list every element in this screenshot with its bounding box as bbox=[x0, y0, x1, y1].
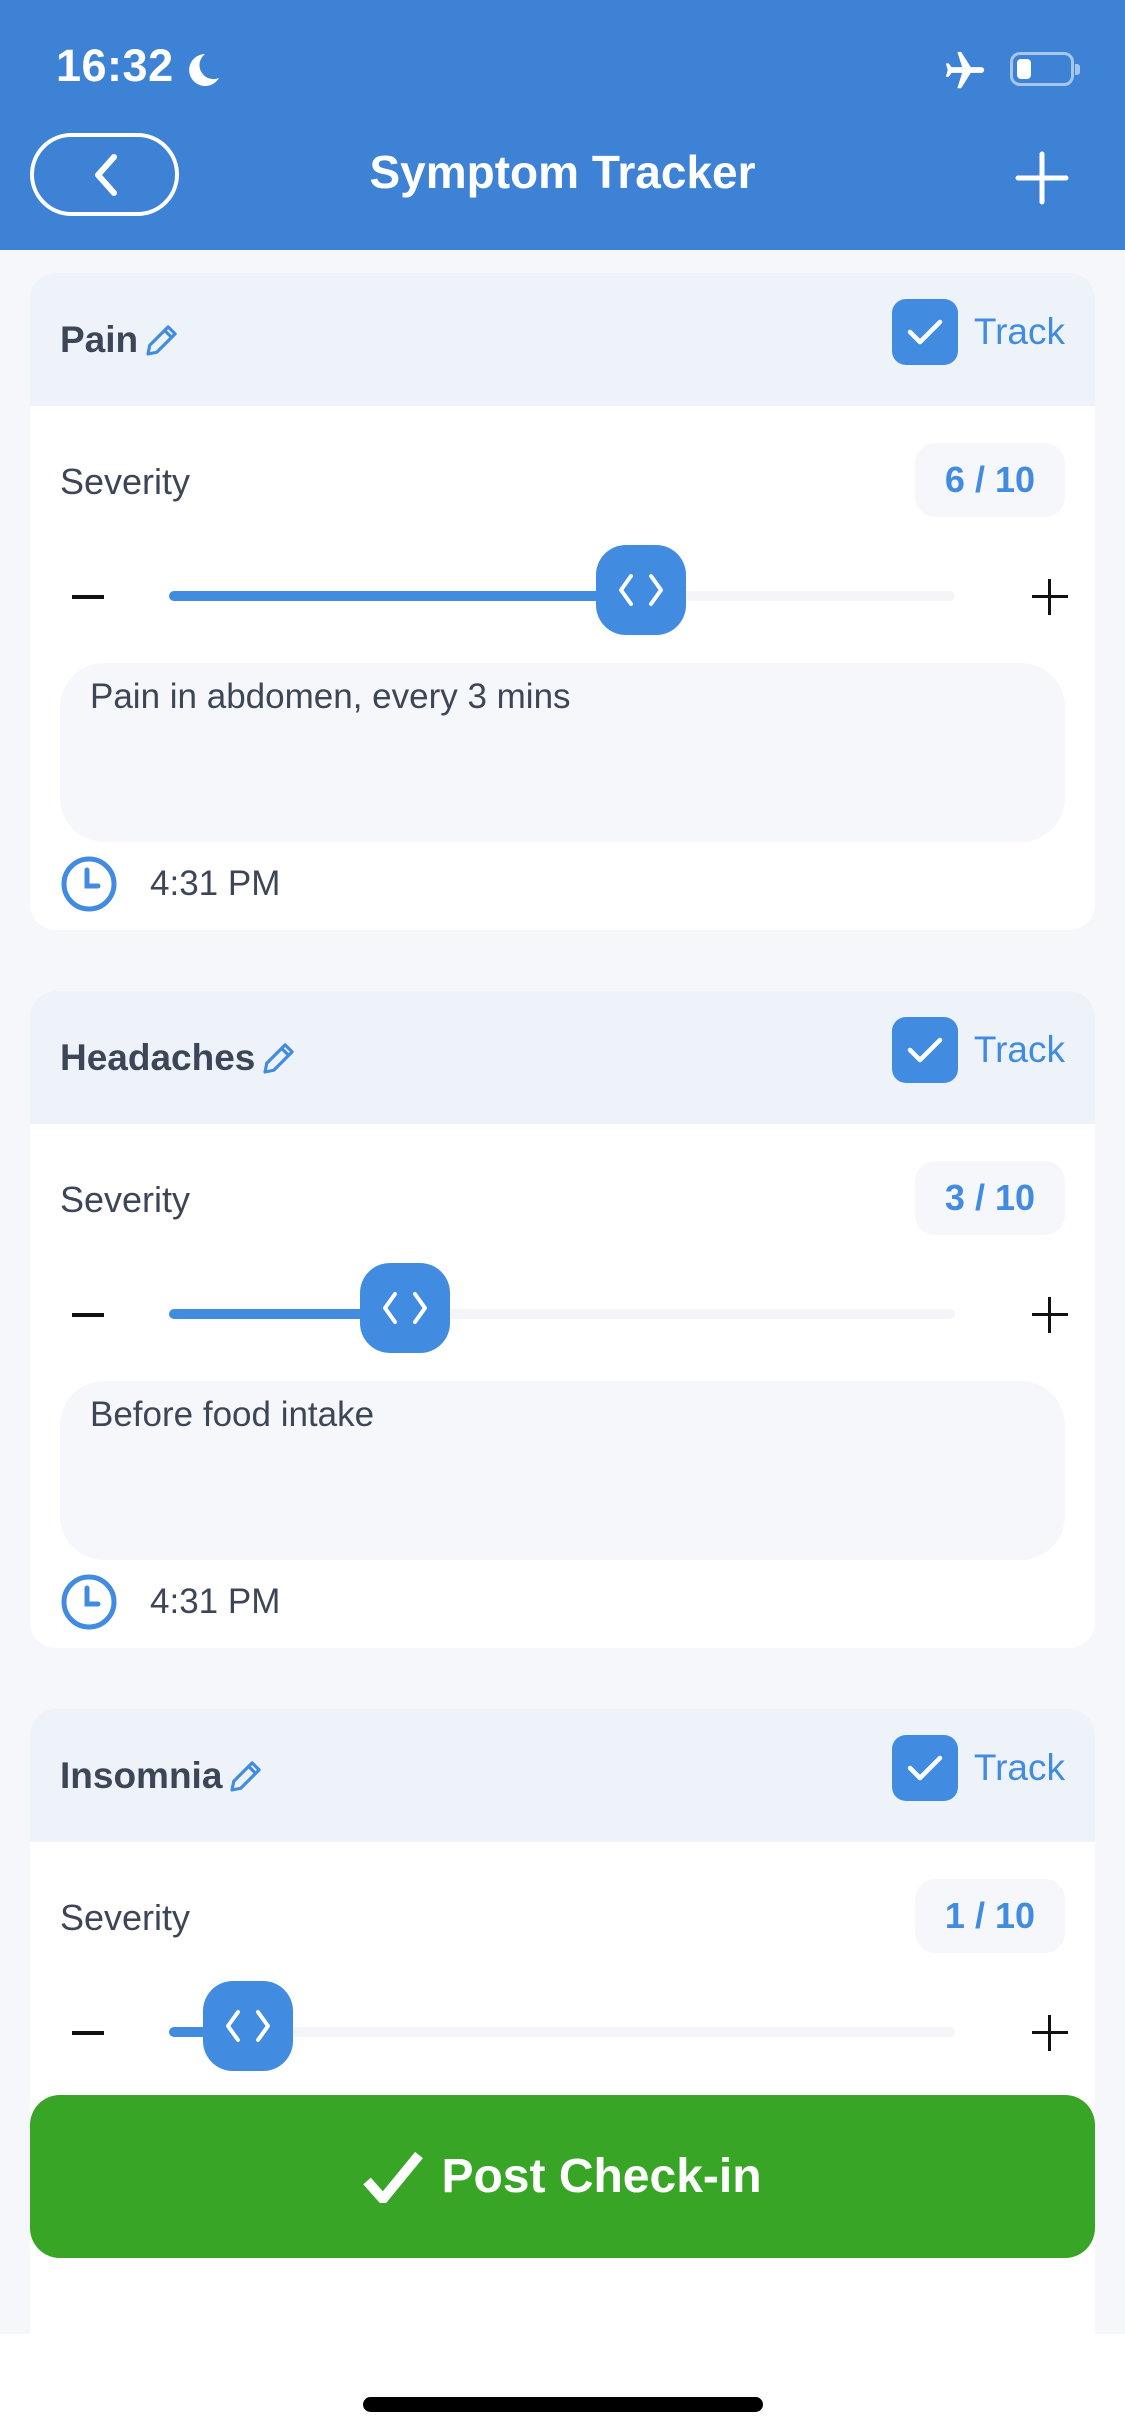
increase-severity-button[interactable] bbox=[1032, 579, 1068, 615]
symptom-time-row[interactable]: 4:31 PM bbox=[60, 855, 280, 913]
severity-value-badge: 3 / 10 bbox=[914, 1161, 1065, 1235]
severity-slider[interactable] bbox=[169, 1263, 955, 1353]
edit-pencil-icon[interactable] bbox=[258, 1037, 300, 1079]
battery-icon bbox=[1010, 52, 1080, 86]
chevron-left-right-icon bbox=[618, 574, 663, 606]
symptom-name-row: Insomnia bbox=[60, 1755, 267, 1797]
track-toggle[interactable]: Track bbox=[891, 299, 1065, 365]
decrease-severity-button[interactable] bbox=[72, 595, 104, 599]
severity-slider-row bbox=[30, 545, 1095, 643]
add-symptom-button[interactable] bbox=[1012, 148, 1072, 208]
track-label: Track bbox=[973, 1747, 1065, 1788]
track-checkbox[interactable] bbox=[891, 1735, 958, 1801]
symptom-time-row[interactable]: 4:31 PM bbox=[60, 1573, 280, 1631]
decrease-severity-button[interactable] bbox=[72, 2031, 104, 2035]
edit-pencil-icon[interactable] bbox=[225, 1755, 267, 1797]
severity-slider-thumb[interactable] bbox=[202, 1981, 293, 2071]
chevron-left-right-icon bbox=[382, 1292, 427, 1324]
severity-value-badge: 1 / 10 bbox=[914, 1879, 1065, 1953]
symptom-name-row: Headaches bbox=[60, 1037, 300, 1079]
symptom-card: Insomnia Track Severity 1 / 10 bbox=[30, 1709, 1095, 2409]
severity-slider-thumb[interactable] bbox=[359, 1263, 450, 1353]
symptom-card: Pain Track Severity 6 / 10 Pain in abdom… bbox=[30, 273, 1095, 930]
symptom-time: 4:31 PM bbox=[150, 1582, 281, 1621]
severity-label: Severity bbox=[60, 1179, 191, 1220]
severity-slider-row bbox=[30, 1981, 1095, 2079]
post-check-in-label: Post Check-in bbox=[441, 2150, 762, 2203]
clock-icon bbox=[61, 1574, 117, 1630]
symptom-time: 4:31 PM bbox=[150, 864, 281, 903]
severity-slider[interactable] bbox=[169, 545, 955, 635]
symptom-name: Insomnia bbox=[60, 1755, 223, 1796]
symptom-notes-field[interactable]: Pain in abdomen, every 3 mins bbox=[60, 663, 1065, 842]
severity-slider-thumb[interactable] bbox=[595, 545, 686, 635]
app-header: 16:32 Symptom Tracker bbox=[0, 0, 1125, 250]
severity-label: Severity bbox=[60, 461, 191, 502]
severity-slider-row bbox=[30, 1263, 1095, 1361]
symptom-card: Headaches Track Severity 3 / 10 Before f… bbox=[30, 991, 1095, 1648]
airplane-icon bbox=[945, 51, 985, 89]
symptom-name-row: Pain bbox=[60, 319, 183, 361]
symptom-card-header: Insomnia Track bbox=[30, 1709, 1095, 1842]
page-title: Symptom Tracker bbox=[369, 146, 756, 198]
checkmark-icon bbox=[907, 1037, 943, 1063]
severity-label: Severity bbox=[60, 1897, 191, 1938]
track-label: Track bbox=[973, 1029, 1065, 1070]
symptom-card-header: Pain Track bbox=[30, 273, 1095, 406]
clock-icon bbox=[61, 856, 117, 912]
checkmark-icon bbox=[907, 319, 943, 345]
severity-row: Severity 6 / 10 bbox=[60, 443, 1065, 517]
increase-severity-button[interactable] bbox=[1032, 2015, 1068, 2051]
severity-row: Severity 3 / 10 bbox=[60, 1161, 1065, 1235]
track-checkbox[interactable] bbox=[891, 299, 958, 365]
post-check-in-button[interactable]: Post Check-in bbox=[30, 2095, 1095, 2258]
track-checkbox[interactable] bbox=[891, 1017, 958, 1083]
decrease-severity-button[interactable] bbox=[72, 1313, 104, 1317]
severity-slider[interactable] bbox=[169, 1981, 955, 2071]
symptom-notes-field[interactable]: Before food intake bbox=[60, 1381, 1065, 1560]
moon-icon bbox=[189, 54, 219, 86]
increase-severity-button[interactable] bbox=[1032, 1297, 1068, 1333]
severity-row: Severity 1 / 10 bbox=[60, 1879, 1065, 1953]
checkmark-icon bbox=[907, 1755, 943, 1781]
track-label: Track bbox=[973, 311, 1065, 352]
checkmark-icon bbox=[363, 2151, 424, 2203]
track-toggle[interactable]: Track bbox=[891, 1017, 1065, 1083]
severity-slider-fill bbox=[169, 591, 641, 601]
edit-pencil-icon[interactable] bbox=[141, 319, 183, 361]
status-time: 16:32 bbox=[56, 40, 174, 91]
home-indicator[interactable] bbox=[363, 2397, 763, 2412]
severity-value-badge: 6 / 10 bbox=[914, 443, 1065, 517]
symptom-card-header: Headaches Track bbox=[30, 991, 1095, 1124]
symptom-name: Pain bbox=[60, 319, 139, 360]
symptom-name: Headaches bbox=[60, 1037, 256, 1078]
chevron-left-right-icon bbox=[225, 2010, 270, 2042]
bottom-safe-area bbox=[0, 2334, 1125, 2436]
track-toggle[interactable]: Track bbox=[891, 1735, 1065, 1801]
